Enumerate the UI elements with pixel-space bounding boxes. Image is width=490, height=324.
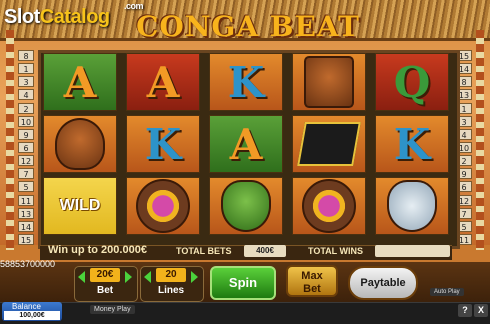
round-mask-icon — [302, 179, 356, 233]
spin-button[interactable]: Spin — [210, 266, 276, 300]
payline-marker[interactable]: 2 — [18, 102, 34, 114]
payline-marker[interactable]: 3 — [18, 76, 34, 88]
paylines-left: 8 1 3 4 2 10 9 6 12 7 5 11 13 14 15 — [18, 50, 34, 245]
site-logo-part1: Slot — [4, 6, 40, 28]
payline-marker[interactable]: 8 — [18, 50, 34, 61]
lines-label: Lines — [158, 285, 185, 296]
right-spear — [476, 30, 484, 250]
reel-5: Q K — [373, 53, 451, 240]
reel-symbol: Q — [375, 53, 449, 111]
reel-2: A K — [124, 53, 202, 240]
reel-symbol — [292, 115, 366, 173]
reel-symbol: A — [209, 115, 283, 173]
tribal-mask-icon — [387, 180, 437, 232]
auto-play-button[interactable]: Auto Play — [430, 288, 464, 296]
reel-symbol: K — [126, 115, 200, 173]
bottom-bar — [0, 302, 490, 324]
reel-symbol — [209, 177, 283, 235]
reel-symbol — [43, 115, 117, 173]
money-play-button[interactable]: Money Play — [90, 305, 135, 314]
bet-label: Bet — [97, 285, 114, 296]
payline-marker[interactable]: 14 — [18, 220, 34, 232]
lines-value: 20 — [156, 268, 186, 282]
payline-marker[interactable]: 11 — [18, 194, 34, 206]
payline-marker[interactable]: 5 — [18, 181, 34, 193]
reel-1: A WILD — [41, 53, 119, 240]
reel-3: K A — [207, 53, 285, 240]
payline-marker[interactable]: 6 — [18, 141, 34, 153]
payline-marker[interactable]: 15 — [18, 233, 34, 245]
reel-symbol: K — [375, 115, 449, 173]
wild-label: WILD — [59, 197, 101, 214]
reel-symbol: K — [209, 53, 283, 111]
payline-marker[interactable]: 13 — [18, 207, 34, 219]
payline-marker[interactable]: 7 — [18, 168, 34, 180]
payline-marker[interactable]: 10 — [18, 115, 34, 127]
site-logo: SlotCatalog .com — [4, 1, 144, 29]
max-bet-line1: Max — [301, 270, 323, 282]
total-bets-value: 400€ — [244, 245, 286, 257]
paytable-button[interactable]: Paytable — [348, 266, 418, 300]
tribal-mask-icon — [55, 118, 105, 170]
lines-increase-arrow-icon[interactable] — [191, 271, 198, 283]
left-spear — [6, 30, 14, 250]
round-mask-icon — [136, 179, 190, 233]
max-bet-line2: Bet — [303, 283, 321, 295]
reel-symbol: A — [126, 53, 200, 111]
reel-symbol — [126, 177, 200, 235]
balance-label: Balance — [12, 302, 41, 311]
bet-decrease-arrow-icon[interactable] — [78, 271, 85, 283]
total-bets-label: TOTAL BETS — [176, 246, 232, 256]
reel-symbol — [375, 177, 449, 235]
black-mask-icon — [297, 122, 361, 166]
symbol-letter: K — [393, 119, 431, 169]
close-button[interactable]: X — [474, 304, 488, 317]
payline-marker[interactable]: 1 — [18, 63, 34, 75]
payline-marker[interactable]: 4 — [18, 89, 34, 101]
symbol-letter: Q — [393, 57, 431, 107]
reel-symbol: A — [43, 53, 117, 111]
symbol-letter: K — [144, 119, 182, 169]
help-button[interactable]: ? — [458, 304, 472, 317]
reel-symbol-wild: WILD — [43, 177, 117, 235]
payline-marker[interactable]: 9 — [18, 128, 34, 140]
symbol-letter: K — [227, 57, 265, 107]
total-wins-label: TOTAL WINS — [308, 246, 363, 256]
symbol-letter: A — [63, 57, 97, 107]
reel-symbol — [292, 177, 366, 235]
win-up-to-text: Win up to 200.000€ — [48, 244, 147, 256]
total-wins-value — [375, 245, 450, 257]
reel-4 — [290, 53, 368, 240]
symbol-letter: A — [146, 57, 180, 107]
session-id: 58853700000 — [0, 259, 56, 269]
lines-decrease-arrow-icon[interactable] — [144, 271, 151, 283]
bet-increase-arrow-icon[interactable] — [125, 271, 132, 283]
payline-marker[interactable]: 12 — [18, 155, 34, 167]
reel-symbol — [292, 53, 366, 111]
tiki-mask-icon — [304, 56, 354, 108]
site-logo-part2: Catalog — [39, 6, 110, 28]
symbol-letter: A — [229, 119, 263, 169]
max-bet-button[interactable]: Max Bet — [286, 265, 338, 297]
bet-value: 20€ — [90, 268, 120, 282]
game-title: CONGA BEAT — [136, 10, 360, 43]
tribal-mask-icon — [221, 180, 271, 232]
balance-value: 100,00€ — [4, 311, 60, 320]
